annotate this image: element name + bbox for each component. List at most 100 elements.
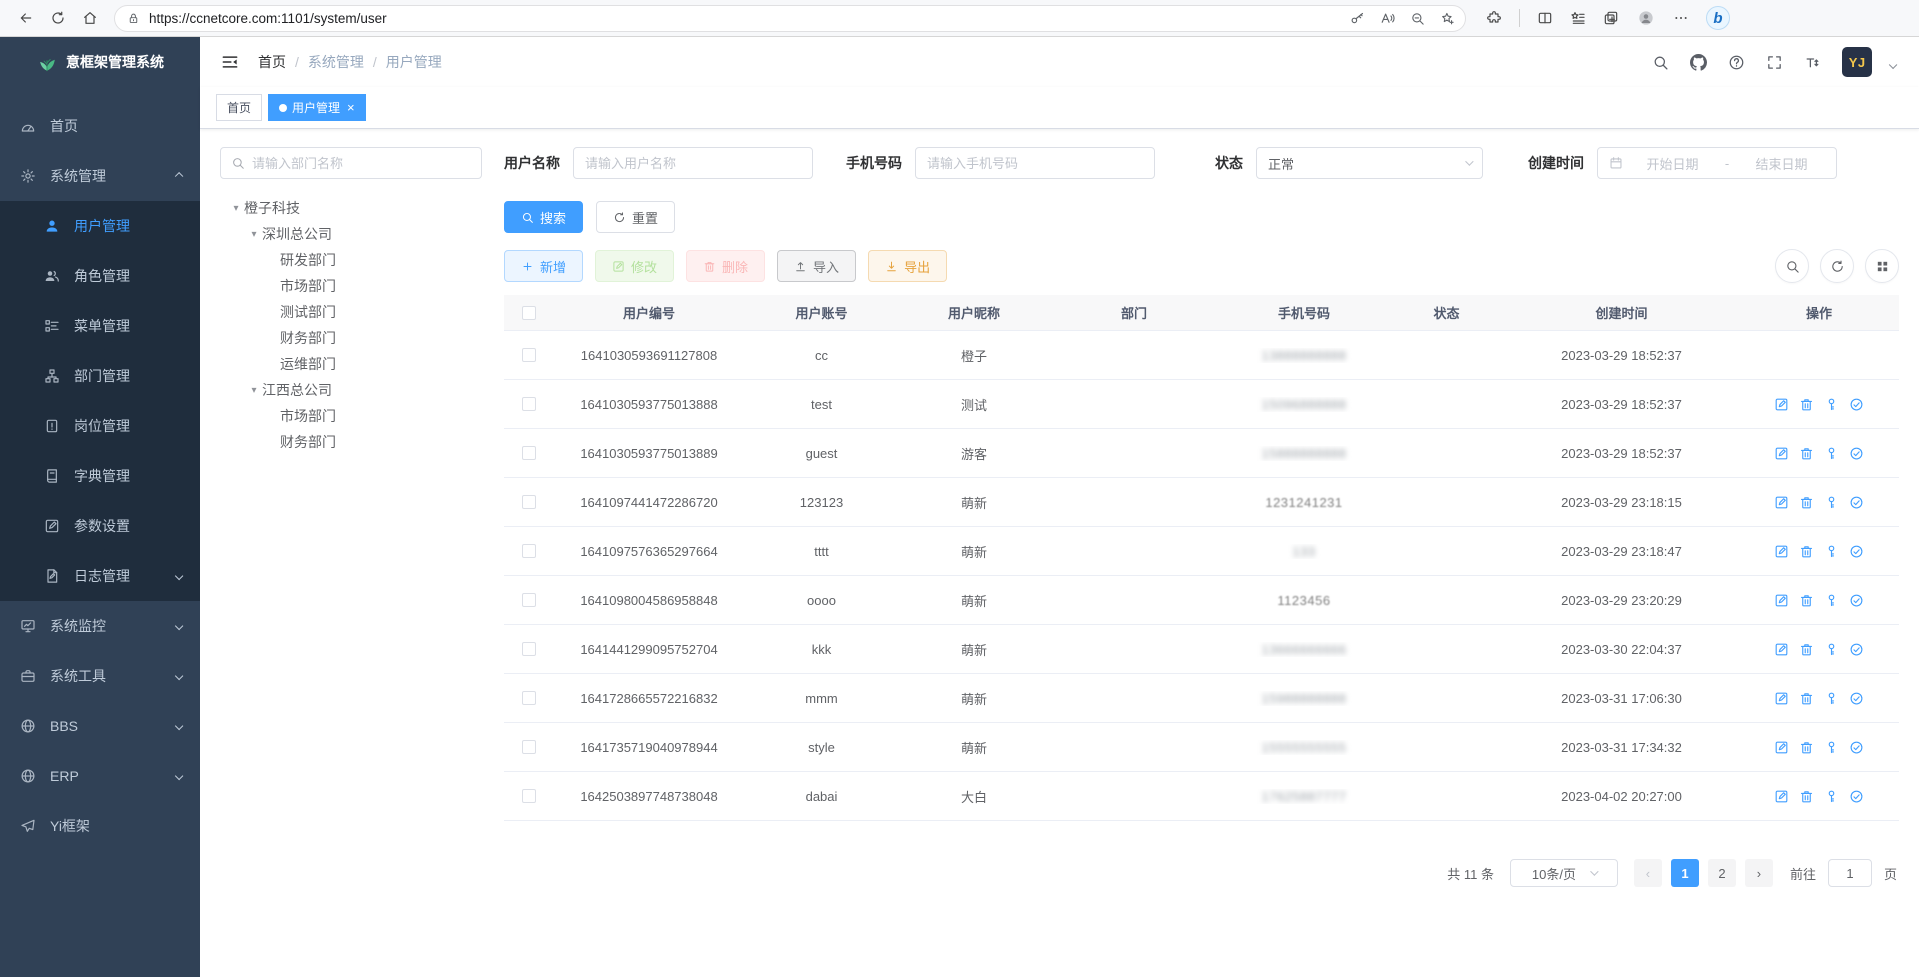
sidebar-item-BBS[interactable]: BBS xyxy=(0,701,200,751)
assign-role-check-icon[interactable] xyxy=(1849,691,1864,706)
sidebar-item-字典管理[interactable]: 字典管理 xyxy=(0,451,200,501)
back-icon[interactable] xyxy=(18,10,34,26)
phone-input[interactable] xyxy=(927,156,1143,171)
sidebar-item-系统管理[interactable]: 系统管理 xyxy=(0,151,200,201)
reset-password-key-icon[interactable] xyxy=(1824,544,1839,559)
avatar-caret-icon[interactable] xyxy=(1889,61,1897,69)
tree-node-研发部门[interactable]: 研发部门 xyxy=(220,247,482,273)
assign-role-check-icon[interactable] xyxy=(1849,593,1864,608)
password-key-icon[interactable] xyxy=(1350,11,1365,26)
tree-node-深圳总公司[interactable]: ▾深圳总公司 xyxy=(220,221,482,247)
row-checkbox[interactable] xyxy=(522,544,536,558)
search-button[interactable]: 搜索 xyxy=(504,201,583,233)
home-icon[interactable] xyxy=(82,10,98,26)
profile-avatar[interactable] xyxy=(1636,8,1656,28)
tree-caret-icon[interactable]: ▾ xyxy=(228,203,244,214)
app-logo[interactable]: 意框架管理系统 xyxy=(0,37,200,87)
tree-node-市场部门[interactable]: 市场部门 xyxy=(220,273,482,299)
assign-role-check-icon[interactable] xyxy=(1849,446,1864,461)
delete-icon[interactable] xyxy=(1799,593,1814,608)
新增-button[interactable]: 新增 xyxy=(504,250,583,282)
edit-icon[interactable] xyxy=(1774,544,1789,559)
delete-icon[interactable] xyxy=(1799,740,1814,755)
row-checkbox[interactable] xyxy=(522,495,536,509)
page-button-1[interactable]: 1 xyxy=(1671,859,1699,887)
sidebar-item-首页[interactable]: 首页 xyxy=(0,101,200,151)
search-toggle-icon[interactable] xyxy=(1775,249,1809,283)
reset-password-key-icon[interactable] xyxy=(1824,593,1839,608)
address-bar[interactable]: https://ccnetcore.com:1101/system/user xyxy=(114,5,1466,32)
delete-icon[interactable] xyxy=(1799,544,1814,559)
favorites-bar-icon[interactable] xyxy=(1570,10,1586,26)
reset-password-key-icon[interactable] xyxy=(1824,691,1839,706)
breadcrumb-item[interactable]: 首页 xyxy=(258,52,286,72)
select-all-checkbox[interactable] xyxy=(522,306,536,320)
reset-password-key-icon[interactable] xyxy=(1824,789,1839,804)
tree-node-市场部门[interactable]: 市场部门 xyxy=(220,403,482,429)
reset-password-key-icon[interactable] xyxy=(1824,495,1839,510)
edit-icon[interactable] xyxy=(1774,740,1789,755)
tree-node-财务部门[interactable]: 财务部门 xyxy=(220,325,482,351)
sidebar-item-系统监控[interactable]: 系统监控 xyxy=(0,601,200,651)
row-checkbox[interactable] xyxy=(522,593,536,607)
delete-icon[interactable] xyxy=(1799,397,1814,412)
tree-caret-icon[interactable]: ▾ xyxy=(246,229,262,240)
edit-icon[interactable] xyxy=(1774,593,1789,608)
username-input[interactable] xyxy=(585,156,801,171)
edit-icon[interactable] xyxy=(1774,446,1789,461)
row-checkbox[interactable] xyxy=(522,642,536,656)
sidebar-item-参数设置[interactable]: 参数设置 xyxy=(0,501,200,551)
sidebar-item-用户管理[interactable]: 用户管理 xyxy=(0,201,200,251)
row-checkbox[interactable] xyxy=(522,691,536,705)
delete-icon[interactable] xyxy=(1799,642,1814,657)
goto-page-input[interactable] xyxy=(1828,859,1872,887)
page-button-2[interactable]: 2 xyxy=(1708,859,1736,887)
reset-password-key-icon[interactable] xyxy=(1824,642,1839,657)
reset-password-key-icon[interactable] xyxy=(1824,397,1839,412)
assign-role-check-icon[interactable] xyxy=(1849,642,1864,657)
refresh-table-icon[interactable] xyxy=(1820,249,1854,283)
next-page-button[interactable]: › xyxy=(1745,859,1773,887)
github-icon[interactable] xyxy=(1690,54,1707,71)
page-size-select[interactable]: 10条/页 xyxy=(1510,859,1618,887)
edit-icon[interactable] xyxy=(1774,397,1789,412)
extensions-icon[interactable] xyxy=(1486,10,1502,26)
tree-node-财务部门[interactable]: 财务部门 xyxy=(220,429,482,455)
user-avatar[interactable]: YJ xyxy=(1842,47,1872,77)
sidebar-item-岗位管理[interactable]: 岗位管理 xyxy=(0,401,200,451)
sidebar-item-角色管理[interactable]: 角色管理 xyxy=(0,251,200,301)
url-text[interactable]: https://ccnetcore.com:1101/system/user xyxy=(149,11,1341,26)
date-range-picker[interactable]: 开始日期 - 结束日期 xyxy=(1597,147,1837,179)
sidebar-item-部门管理[interactable]: 部门管理 xyxy=(0,351,200,401)
sidebar-item-菜单管理[interactable]: 菜单管理 xyxy=(0,301,200,351)
edit-icon[interactable] xyxy=(1774,642,1789,657)
row-checkbox[interactable] xyxy=(522,789,536,803)
reset-password-key-icon[interactable] xyxy=(1824,446,1839,461)
sidebar-item-日志管理[interactable]: 日志管理 xyxy=(0,551,200,601)
column-grid-icon[interactable] xyxy=(1865,249,1899,283)
refresh-icon[interactable] xyxy=(50,10,66,26)
assign-role-check-icon[interactable] xyxy=(1849,544,1864,559)
tree-caret-icon[interactable]: ▾ xyxy=(246,385,262,396)
fullscreen-icon[interactable] xyxy=(1766,54,1783,71)
question-icon[interactable] xyxy=(1728,54,1745,71)
sidebar-item-ERP[interactable]: ERP xyxy=(0,751,200,801)
sidebar-item-系统工具[interactable]: 系统工具 xyxy=(0,651,200,701)
delete-icon[interactable] xyxy=(1799,789,1814,804)
sidebar-item-Yi框架[interactable]: Yi框架 xyxy=(0,801,200,851)
reset-button[interactable]: 重置 xyxy=(596,201,675,233)
add-favorite-icon[interactable] xyxy=(1440,11,1455,26)
tree-node-运维部门[interactable]: 运维部门 xyxy=(220,351,482,377)
search-icon[interactable] xyxy=(1652,54,1669,71)
assign-role-check-icon[interactable] xyxy=(1849,740,1864,755)
delete-icon[interactable] xyxy=(1799,446,1814,461)
copilot-icon[interactable]: b xyxy=(1706,6,1730,30)
assign-role-check-icon[interactable] xyxy=(1849,789,1864,804)
more-menu-icon[interactable] xyxy=(1673,10,1689,26)
delete-icon[interactable] xyxy=(1799,691,1814,706)
tab-close-icon[interactable]: × xyxy=(347,100,355,115)
assign-role-check-icon[interactable] xyxy=(1849,495,1864,510)
font-size-icon[interactable] xyxy=(1804,54,1821,71)
assign-role-check-icon[interactable] xyxy=(1849,397,1864,412)
hamburger-icon[interactable] xyxy=(220,52,240,72)
